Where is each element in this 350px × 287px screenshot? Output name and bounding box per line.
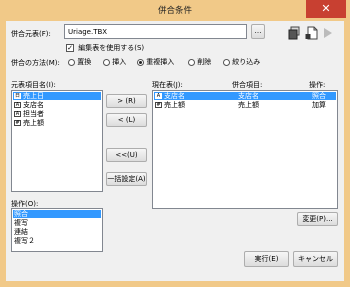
radio-replace[interactable]: 置換 (68, 57, 91, 67)
table-cell-name: 売上額 (164, 101, 185, 109)
radio-insert-label: 挿入 (112, 58, 127, 66)
list-item[interactable]: 複写 (13, 219, 101, 227)
table-row[interactable]: # 売上額 売上額 加算 (154, 101, 336, 109)
radio-indicator (223, 58, 230, 66)
play-icon[interactable] (322, 26, 334, 40)
list-item-label: 担当者 (23, 110, 44, 118)
list-item-label: 売上額 (23, 119, 44, 127)
list-item[interactable]: 複写２ (13, 237, 101, 245)
title-bar: 併合条件 ✕ (0, 0, 350, 21)
new-document-icon[interactable] (305, 26, 319, 40)
table-row[interactable]: A 支店名 支店名 照合 (154, 92, 336, 100)
text-type-icon: A (14, 111, 21, 117)
merge-column-header: 併合項目: (232, 81, 263, 89)
current-table-label: 現在表(J): (152, 81, 183, 89)
ellipsis-icon: … (254, 27, 262, 35)
remove-field-label: < (L) (117, 116, 136, 124)
radio-indicator (103, 58, 110, 66)
radio-replace-label: 置換 (77, 58, 92, 66)
dialog-body: 併合元表(F): Uriage.TBX … ✓ 編集表を使用する(S) 併合の方… (6, 21, 344, 281)
use-edited-checkbox[interactable]: ✓ 編集表を使用する(S) (66, 43, 144, 53)
radio-indicator (68, 58, 75, 66)
radio-filter-label: 絞り込み (232, 58, 261, 66)
remove-field-button[interactable]: < (L) (106, 113, 147, 127)
table-cell-op: 加算 (312, 101, 326, 109)
close-button[interactable]: ✕ (306, 0, 346, 18)
list-item-label: 売上日 (23, 92, 44, 100)
table-cell-op: 照合 (312, 92, 326, 100)
source-list[interactable]: 日売上日 A 支店名 A 担当者 # 売上額 (11, 90, 103, 192)
bulk-set-button[interactable]: 一括設定(A) (106, 172, 147, 186)
radio-insert[interactable]: 挿入 (103, 57, 126, 67)
add-field-button[interactable]: > (R) (106, 94, 147, 108)
browse-button[interactable]: … (251, 24, 265, 39)
master-file-value: Uriage.TBX (68, 28, 108, 36)
master-file-label: 併合元表(F): (11, 30, 51, 38)
run-label: 実行(E) (254, 255, 279, 263)
number-type-icon: # (155, 102, 162, 108)
bulk-set-label: 一括設定(A) (107, 175, 146, 183)
checkmark-icon: ✓ (66, 44, 74, 52)
table-cell-merge: 支店名 (238, 92, 259, 100)
cancel-label: キャンセル (298, 255, 333, 263)
radio-duplicate-insert-label: 重複挿入 (146, 58, 175, 66)
change-button[interactable]: 変更(P)... (297, 212, 338, 226)
date-type-icon: 日 (14, 93, 21, 99)
cancel-button[interactable]: キャンセル (293, 251, 338, 267)
list-item[interactable]: 連結 (13, 228, 101, 236)
change-label: 変更(P)... (302, 215, 333, 223)
list-item[interactable]: 照合 (13, 210, 101, 218)
remove-all-button[interactable]: <<(U) (106, 148, 147, 162)
database-icon[interactable] (288, 26, 302, 40)
radio-delete-label: 削除 (197, 58, 212, 66)
window-title: 併合条件 (157, 6, 192, 16)
radio-delete[interactable]: 削除 (188, 57, 211, 67)
text-type-icon: A (155, 93, 162, 99)
master-file-field[interactable]: Uriage.TBX (64, 24, 247, 39)
current-table[interactable]: A 支店名 支店名 照合 # 売上額 売上額 加算 (152, 90, 338, 209)
text-type-icon: A (14, 102, 21, 108)
list-item-label: 支店名 (23, 101, 44, 109)
list-item[interactable]: 日売上日 (13, 92, 101, 100)
radio-indicator (137, 58, 144, 66)
remove-all-label: <<(U) (115, 151, 138, 159)
use-edited-label: 編集表を使用する(S) (78, 44, 145, 52)
table-cell-merge: 売上額 (238, 101, 259, 109)
op-column-header: 操作: (309, 81, 326, 89)
run-button[interactable]: 実行(E) (244, 251, 289, 267)
table-cell-name: 支店名 (164, 92, 185, 100)
add-field-label: > (R) (117, 97, 136, 105)
radio-filter[interactable]: 絞り込み (223, 57, 260, 67)
list-item[interactable]: # 売上額 (13, 119, 101, 127)
list-item[interactable]: A 担当者 (13, 110, 101, 118)
method-label: 併合の方法(M): (11, 59, 60, 67)
list-item[interactable]: A 支店名 (13, 101, 101, 109)
source-list-label: 元表項目名(I): (11, 81, 56, 89)
operation-list[interactable]: 照合 複写 連結 複写２ (11, 208, 103, 252)
number-type-icon: # (14, 120, 21, 126)
radio-duplicate-insert[interactable]: 重複挿入 (137, 57, 174, 67)
radio-indicator (188, 58, 195, 66)
